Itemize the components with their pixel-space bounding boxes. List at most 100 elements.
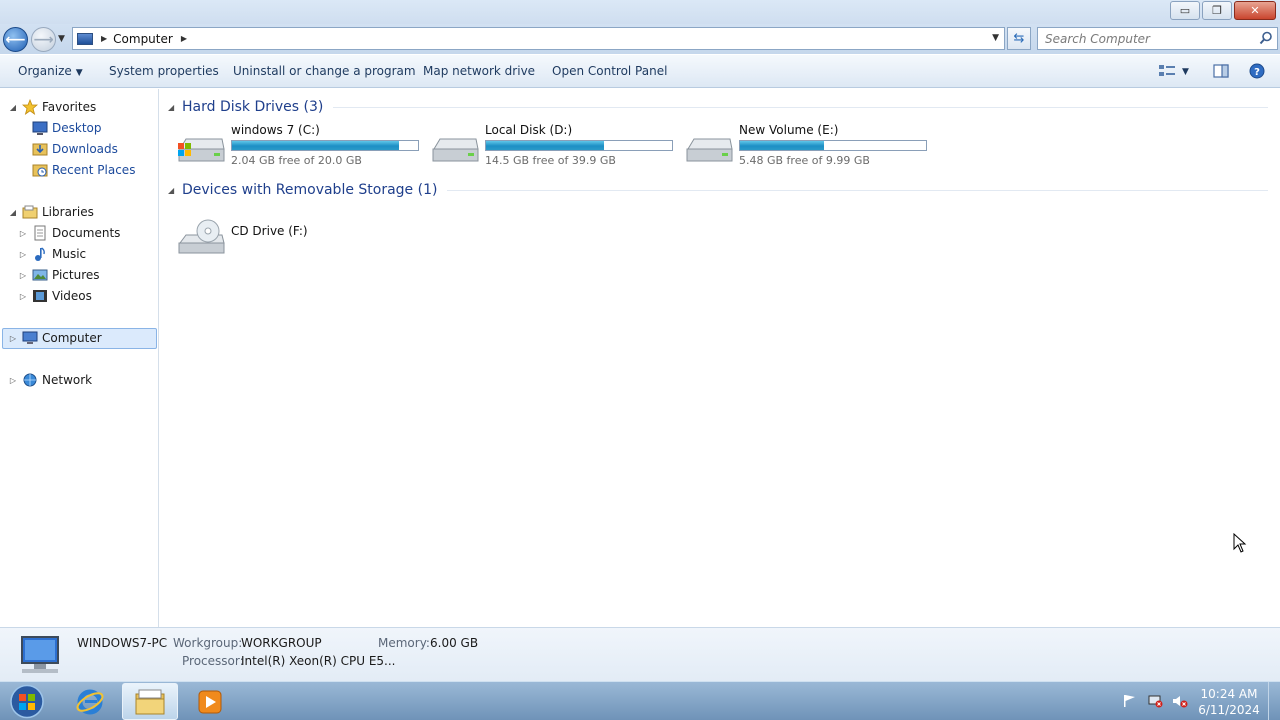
change-view-icon[interactable] [1158,63,1176,79]
recent-pages-dropdown[interactable]: ▼ [58,34,65,44]
action-center-flag-icon[interactable] [1122,694,1138,708]
expanded-triangle-icon[interactable]: ◢ [8,103,18,112]
window-controls: ▭ ❐ ✕ [1168,1,1276,20]
help-icon[interactable]: ? [1248,63,1266,79]
start-button-icon[interactable] [4,683,50,720]
uninstall-program-button[interactable]: Uninstall or change a program [233,64,416,78]
drive-usage-bar [231,140,419,151]
downloads-folder-icon [32,143,48,156]
collapsed-triangle-icon[interactable]: ▷ [18,229,28,238]
taskbar: 10:24 AM 6/11/2024 [0,681,1280,720]
drive-usage-bar [739,140,927,151]
hard-drive-icon [432,138,479,162]
collapsed-triangle-icon[interactable]: ▷ [18,250,28,259]
sidebar-item-recent-places[interactable]: Recent Places [28,160,135,180]
expanded-triangle-icon[interactable]: ◢ [168,103,180,112]
workgroup-label: Workgroup: [173,636,243,650]
sidebar-item-computer[interactable]: ▷ Computer [8,328,102,348]
forward-button[interactable]: ⟶ [31,27,56,52]
drive-name: Local Disk (D:) [485,123,573,137]
breadcrumb-computer[interactable]: Computer [113,32,173,46]
collapsed-triangle-icon[interactable]: ▷ [18,271,28,280]
map-network-drive-button[interactable]: Map network drive [423,64,535,78]
expanded-triangle-icon[interactable]: ◢ [168,186,180,195]
sidebar-item-favorites[interactable]: ◢ Favorites [8,97,96,117]
taskbar-windows-explorer[interactable] [122,683,178,720]
drive-name: CD Drive (F:) [231,224,308,238]
taskbar-internet-explorer[interactable] [62,683,118,720]
sidebar-item-pictures[interactable]: ▷ Pictures [18,265,100,285]
svg-text:?: ? [1254,67,1260,78]
group-header-hard-disks[interactable]: ◢ Hard Disk Drives (3) [168,97,1268,117]
system-clock[interactable]: 10:24 AM 6/11/2024 [1196,686,1262,718]
sidebar-item-documents[interactable]: ▷ Documents [18,223,120,243]
workgroup-value: WORKGROUP [241,636,322,650]
sidebar-item-music[interactable]: ▷ Music [18,244,86,264]
breadcrumb-chevron-icon[interactable]: ▶ [101,34,107,43]
expanded-triangle-icon[interactable]: ◢ [8,208,18,217]
network-error-icon[interactable] [1147,694,1163,708]
system-properties-button[interactable]: System properties [109,64,219,78]
sidebar-item-videos[interactable]: ▷ Videos [18,286,92,306]
view-options-dropdown-icon[interactable]: ▼ [1182,67,1189,77]
details-pane: WINDOWS7-PC Workgroup: WORKGROUP Memory:… [0,627,1280,681]
sidebar-item-downloads[interactable]: Downloads [28,139,118,159]
system-drive-icon [178,138,225,162]
organize-menu[interactable]: Organize ▼ [18,64,83,78]
taskbar-media-player[interactable] [182,683,238,720]
sidebar-item-network[interactable]: ▷ Network [8,370,92,390]
collapsed-triangle-icon[interactable]: ▷ [8,334,18,343]
breadcrumb-chevron-icon[interactable]: ▶ [181,34,187,43]
back-button[interactable]: ⟵ [3,27,28,52]
drive-free-space: 14.5 GB free of 39.9 GB [485,154,616,167]
drive-item[interactable]: Local Disk (D:) 14.5 GB free of 39.9 GB [414,123,673,171]
volume-muted-icon[interactable] [1172,694,1188,708]
address-bar[interactable]: ▶ Computer ▶ ▼ [72,27,1005,50]
drive-item[interactable]: New Volume (E:) 5.48 GB free of 9.99 GB [668,123,927,171]
close-icon: ✕ [1250,4,1260,17]
processor-value: Intel(R) Xeon(R) CPU E5... [241,654,396,668]
search-input[interactable] [1038,28,1248,49]
sidebar-label: Downloads [52,142,118,156]
sidebar-label: Documents [52,226,121,240]
refresh-button[interactable]: ⇆ [1007,27,1031,50]
group-divider [333,106,1268,108]
documents-icon [34,225,46,241]
memory-value: 6.00 GB [430,636,479,650]
open-control-panel-button[interactable]: Open Control Panel [552,64,667,78]
minimize-button[interactable]: ▭ [1170,1,1200,20]
sidebar-label: Pictures [52,268,100,282]
sidebar-label: Favorites [42,100,97,114]
group-divider [447,189,1268,191]
collapsed-triangle-icon[interactable]: ▷ [18,292,28,301]
collapsed-triangle-icon[interactable]: ▷ [8,376,18,385]
drive-item[interactable]: windows 7 (C:) 2.04 GB free of 20.0 GB [160,123,419,171]
desktop-icon [32,121,48,135]
close-button[interactable]: ✕ [1234,1,1276,20]
computer-monitor-icon [21,636,59,673]
sidebar-label: Music [52,247,87,261]
search-box[interactable] [1037,27,1278,50]
computer-icon [22,331,38,344]
sidebar-item-libraries[interactable]: ◢ Libraries [8,202,94,222]
computer-icon [77,32,93,45]
maximize-button[interactable]: ❐ [1202,1,1232,20]
maximize-icon: ❐ [1212,4,1222,17]
show-desktop-button[interactable] [1268,682,1280,720]
command-bar: Organize ▼ System properties Uninstall or… [0,55,1280,88]
drive-usage-bar [485,140,673,151]
preview-pane-icon[interactable] [1212,63,1230,79]
minimize-icon: ▭ [1179,4,1191,17]
group-header-removable[interactable]: ◢ Devices with Removable Storage (1) [168,180,1268,200]
folder-icon [135,689,165,714]
address-dropdown-icon[interactable]: ▼ [992,33,999,43]
sidebar-label: Network [42,373,93,387]
navigation-pane: ◢ Favorites Desktop Downloads Recent Pla… [0,89,159,627]
search-icon[interactable] [1259,31,1273,45]
sidebar-label: Libraries [42,205,94,219]
drive-name: New Volume (E:) [739,123,839,137]
libraries-icon [22,205,38,219]
drive-item-cd[interactable]: CD Drive (F:) [160,209,410,257]
title-bar: ▭ ❐ ✕ [0,0,1280,24]
sidebar-item-desktop[interactable]: Desktop [28,118,102,138]
